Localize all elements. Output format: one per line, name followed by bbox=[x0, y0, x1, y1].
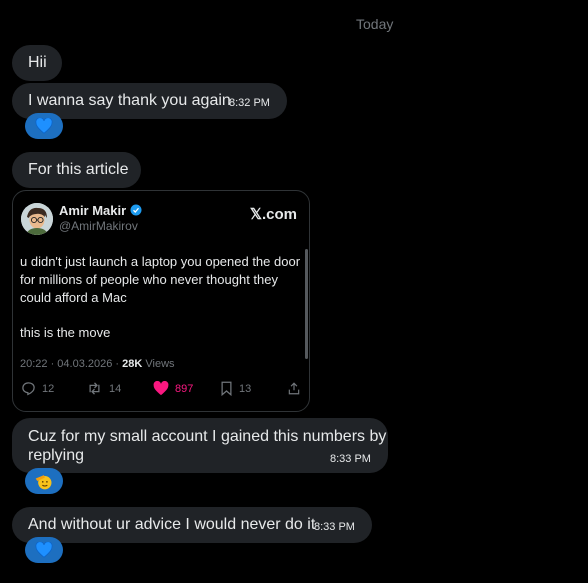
message-text: I wanna say thank you again bbox=[28, 92, 231, 109]
reaction-badge[interactable] bbox=[25, 468, 63, 494]
message-text: Cuz for my small account I gained this n… bbox=[28, 428, 387, 445]
reply-button[interactable]: 12 bbox=[21, 381, 54, 396]
message-time: 8:33 PM bbox=[330, 453, 371, 465]
share-button[interactable] bbox=[287, 381, 301, 396]
reaction-badge[interactable] bbox=[25, 113, 63, 139]
verified-badge-icon bbox=[130, 204, 142, 216]
message-bubble[interactable]: Hii bbox=[12, 45, 62, 81]
views-count: 28K bbox=[122, 358, 143, 370]
bookmark-count: 13 bbox=[239, 382, 252, 395]
tweet-handle: @AmirMakirov bbox=[59, 219, 138, 233]
blue-heart-icon bbox=[35, 542, 53, 558]
bookmark-button[interactable]: 13 bbox=[220, 381, 251, 396]
share-icon bbox=[288, 382, 300, 395]
repost-button[interactable]: 14 bbox=[86, 381, 121, 396]
tweet-line: for millions of people who never thought… bbox=[20, 272, 278, 287]
heart-icon bbox=[153, 381, 169, 396]
like-count: 897 bbox=[175, 382, 194, 395]
reply-icon bbox=[22, 382, 35, 396]
message-text: And without ur advice I would never do i… bbox=[28, 516, 316, 533]
avatar bbox=[21, 203, 53, 235]
like-button[interactable]: 897 bbox=[153, 381, 193, 396]
message-bubble[interactable]: Cuz for my small account I gained this n… bbox=[12, 418, 388, 473]
bookmark-icon bbox=[221, 381, 232, 396]
repost-icon bbox=[89, 382, 100, 395]
message-text: Hii bbox=[28, 54, 47, 71]
tweet-actions: 12 14 897 13 bbox=[13, 381, 309, 401]
date-separator: Today bbox=[356, 16, 394, 32]
message-text: replying bbox=[28, 447, 85, 464]
tweet-line: could afford a Mac bbox=[20, 290, 127, 305]
scrollbar[interactable] bbox=[305, 249, 308, 359]
reaction-badge[interactable] bbox=[25, 537, 63, 563]
repost-count: 14 bbox=[109, 382, 122, 395]
message-bubble[interactable]: And without ur advice I would never do i… bbox=[12, 507, 372, 543]
tweet-body: u didn't just launch a laptop you opened… bbox=[20, 253, 302, 342]
tweet-line: u didn't just launch a laptop you opened… bbox=[20, 254, 301, 269]
message-time: 8:32 PM bbox=[229, 97, 270, 109]
message-bubble[interactable]: For this article bbox=[12, 152, 141, 188]
reply-count: 12 bbox=[42, 382, 55, 395]
tweet-line: this is the move bbox=[20, 325, 111, 340]
blue-heart-icon bbox=[35, 118, 53, 134]
message-time: 8:33 PM bbox=[314, 521, 355, 533]
tweet-card[interactable]: Amir Makir @AmirMakirov 𝕏.com u didn't j… bbox=[12, 190, 310, 412]
message-text: For this article bbox=[28, 161, 129, 178]
x-com-link[interactable]: 𝕏.com bbox=[250, 205, 297, 223]
tweet-author[interactable]: Amir Makir bbox=[59, 203, 142, 218]
saluting-face-icon bbox=[35, 475, 52, 490]
tweet-meta: 20:22 · 04.03.2026 · 28K Views bbox=[20, 358, 175, 370]
